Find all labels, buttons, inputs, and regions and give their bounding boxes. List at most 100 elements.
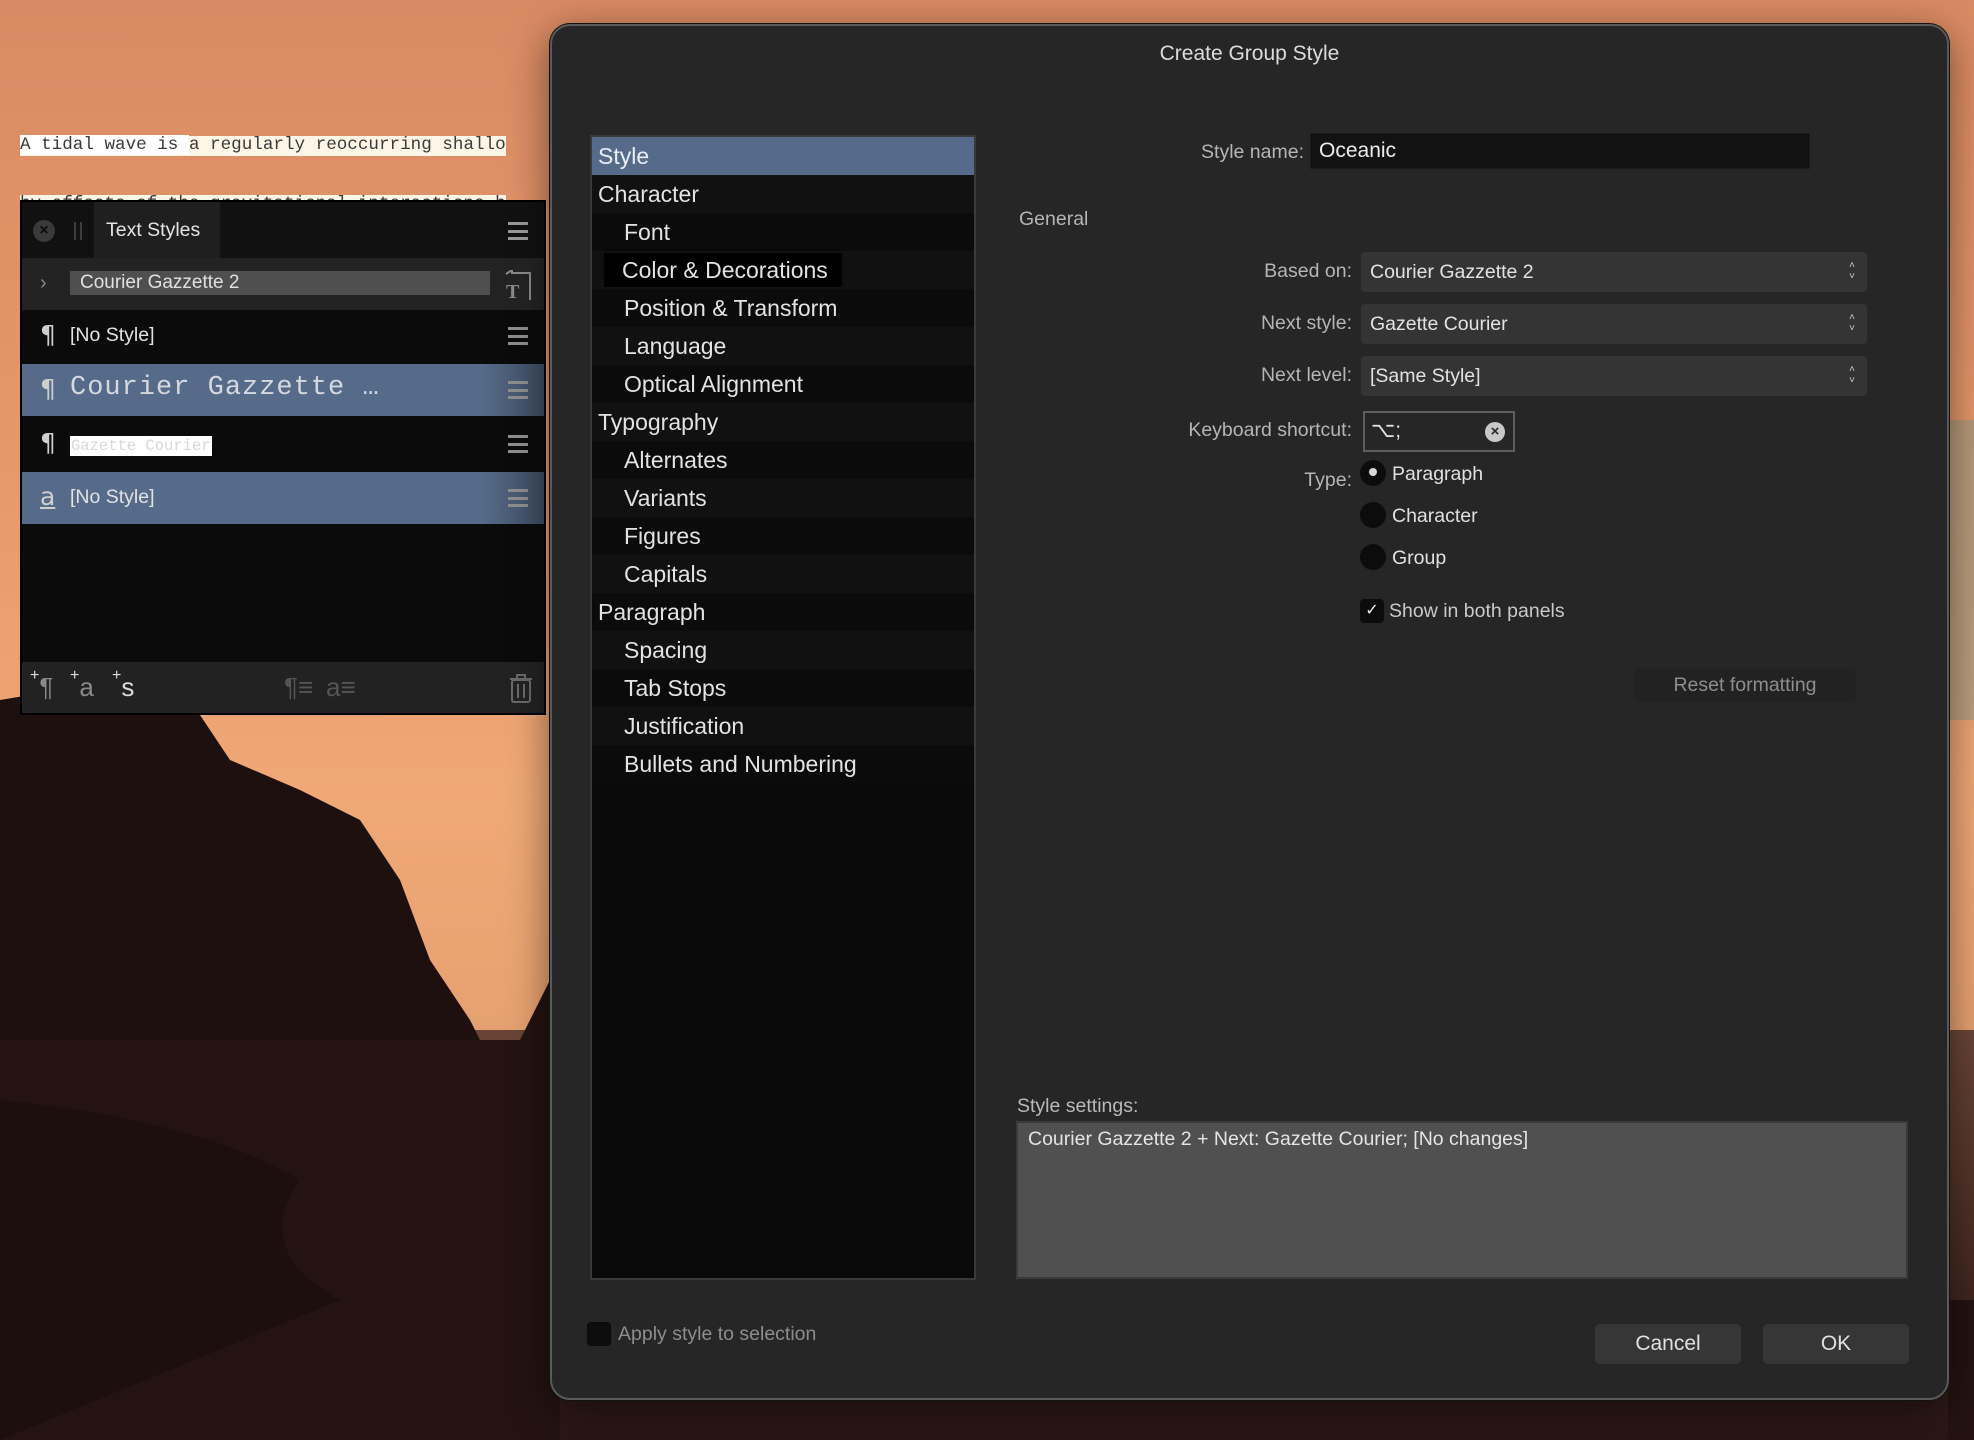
tree-item-label: Justification <box>624 713 745 739</box>
character-style-icon: a <box>40 482 56 511</box>
tree-item-label: Typography <box>598 409 719 435</box>
create-group-style-dialog: Create Group Style Style Character Font Col… <box>550 24 1949 1400</box>
tree-item-optical-alignment[interactable]: Optical Alignment <box>592 365 974 403</box>
show-both-panels-label: Show in both panels <box>1389 600 1565 622</box>
type-option-group[interactable]: Group <box>1392 547 1446 570</box>
clear-shortcut-icon[interactable]: × <box>1485 422 1505 442</box>
chevron-right-icon[interactable]: › <box>40 272 47 295</box>
tree-item-spacing[interactable]: Spacing <box>592 631 974 669</box>
reset-formatting-button[interactable]: Reset formatting <box>1634 668 1856 702</box>
style-settings-label: Style settings: <box>1017 1095 1139 1117</box>
tree-item-label: Style <box>598 143 650 169</box>
style-row-gazette-courier[interactable]: ¶ Gazette Courier <box>22 418 544 470</box>
tree-item-font[interactable]: Font <box>592 213 974 251</box>
svg-text:T: T <box>506 281 520 302</box>
tree-item-figures[interactable]: Figures <box>592 517 974 555</box>
panel-footer: +¶ +a +s ¶≡ a≡ <box>22 662 544 713</box>
tree-item-justification[interactable]: Justification <box>592 707 974 745</box>
apply-to-selection-label: Apply style to selection <box>618 1323 817 1345</box>
tree-item-label: Figures <box>624 523 701 549</box>
type-radio-character[interactable] <box>1360 502 1386 528</box>
ok-button[interactable]: OK <box>1763 1324 1909 1364</box>
apply-paragraph-style-icon[interactable]: ¶≡ <box>284 672 313 703</box>
stepper-arrows-icon: ˄ ˅ <box>1849 312 1855 334</box>
new-group-style-icon[interactable]: +s <box>112 667 134 703</box>
tree-item-label: Alternates <box>624 447 728 473</box>
show-both-panels-checkbox[interactable]: ✓ <box>1360 599 1384 623</box>
tree-item-bullets-and-numbering[interactable]: Bullets and Numbering <box>592 745 974 783</box>
style-name-input[interactable] <box>1310 133 1810 169</box>
category-tree: Style Character Font Color & Decorations Pos… <box>590 135 976 1280</box>
style-settings-summary: Courier Gazzette 2 + Next: Gazette Couri… <box>1016 1121 1908 1279</box>
apply-character-style-icon[interactable]: a≡ <box>326 672 356 703</box>
tab-text-styles[interactable]: Text Styles <box>94 202 220 258</box>
doc-line: A tidal wave is a regularly reoccurring … <box>20 135 506 156</box>
type-radio-paragraph[interactable] <box>1360 460 1386 486</box>
based-on-select[interactable]: Courier Gazzette 2 ˄ ˅ <box>1361 252 1867 292</box>
row-menu-icon[interactable] <box>508 489 528 507</box>
row-menu-icon[interactable] <box>508 381 528 399</box>
type-option-character[interactable]: Character <box>1392 505 1478 528</box>
doc-line-text: a regularly reoccurring shallo <box>188 135 506 155</box>
tree-item-label: Optical Alignment <box>624 371 803 397</box>
tree-item-capitals[interactable]: Capitals <box>592 555 974 593</box>
text-styles-panel: × Text Styles › Courier Gazzette 2 T ¶ [… <box>20 200 546 715</box>
new-character-style-icon[interactable]: +a <box>70 667 94 703</box>
tree-item-color-decorations[interactable]: Color & Decorations <box>592 251 974 289</box>
tree-item-paragraph[interactable]: Paragraph <box>592 593 974 631</box>
style-row-no-style-character[interactable]: a [No Style] <box>22 472 544 524</box>
next-style-select[interactable]: Gazette Courier ˄ ˅ <box>1361 304 1867 344</box>
paragraph-style-icon: ¶ <box>40 374 56 403</box>
cancel-button[interactable]: Cancel <box>1595 1324 1741 1364</box>
next-style-label: Next style: <box>1260 312 1352 334</box>
tree-item-variants[interactable]: Variants <box>592 479 974 517</box>
next-style-value: Gazette Courier <box>1370 313 1508 335</box>
row-menu-icon[interactable] <box>508 435 528 453</box>
keyboard-shortcut-value: ⌥; <box>1371 419 1402 442</box>
style-row-no-style-paragraph[interactable]: ¶ [No Style] <box>22 310 544 362</box>
type-radio-group[interactable] <box>1360 544 1386 570</box>
drag-handle-icon[interactable] <box>74 222 82 240</box>
keyboard-shortcut-label: Keyboard shortcut: <box>1188 419 1352 441</box>
tree-item-label: Tab Stops <box>624 675 727 701</box>
style-group-row[interactable]: › Courier Gazzette 2 T <box>22 258 544 310</box>
tree-item-label: Bullets and Numbering <box>624 751 857 777</box>
based-on-label: Based on: <box>1264 260 1352 282</box>
tree-item-label: Character <box>598 181 699 207</box>
general-section-title: General <box>1019 208 1089 230</box>
apply-to-selection-checkbox[interactable] <box>587 1322 611 1346</box>
type-label: Type: <box>1304 469 1352 491</box>
style-row-label: Courier Gazzette … <box>70 373 380 403</box>
tree-item-alternates[interactable]: Alternates <box>592 441 974 479</box>
paragraph-style-icon: ¶ <box>40 428 56 457</box>
tree-item-label: Capitals <box>624 561 708 587</box>
new-paragraph-style-icon[interactable]: +¶ <box>30 667 53 703</box>
tree-item-language[interactable]: Language <box>592 327 974 365</box>
tree-item-label: Font <box>624 219 671 245</box>
panel-menu-icon[interactable] <box>508 222 528 240</box>
style-row-courier-gazzette[interactable]: ¶ Courier Gazzette … <box>22 364 544 416</box>
tree-item-label: Color & Decorations <box>604 253 842 287</box>
style-row-label: [No Style] <box>70 324 155 346</box>
tree-item-label: Variants <box>624 485 707 511</box>
keyboard-shortcut-field[interactable]: ⌥; × <box>1363 411 1515 452</box>
close-icon[interactable]: × <box>33 220 55 242</box>
tree-item-style[interactable]: Style <box>592 137 974 175</box>
tree-item-typography[interactable]: Typography <box>592 403 974 441</box>
trash-icon[interactable] <box>510 674 532 704</box>
based-on-value: Courier Gazzette 2 <box>1370 261 1534 283</box>
type-option-paragraph[interactable]: Paragraph <box>1392 463 1483 486</box>
style-row-label: [No Style] <box>70 486 155 508</box>
group-name-field[interactable]: Courier Gazzette 2 <box>70 271 490 295</box>
apply-group-icon[interactable]: T <box>502 270 536 302</box>
style-row-label: Gazette Courier <box>70 436 212 456</box>
next-level-select[interactable]: [Same Style] ˄ ˅ <box>1361 356 1867 396</box>
next-level-label: Next level: <box>1260 364 1352 386</box>
style-name-label: Style name: <box>1201 141 1304 163</box>
tree-item-position-transform[interactable]: Position & Transform <box>592 289 974 327</box>
checkmark-icon: ✓ <box>1365 602 1379 619</box>
tree-item-character[interactable]: Character <box>592 175 974 213</box>
row-menu-icon[interactable] <box>508 327 528 345</box>
tree-item-tab-stops[interactable]: Tab Stops <box>592 669 974 707</box>
next-level-value: [Same Style] <box>1370 365 1481 387</box>
